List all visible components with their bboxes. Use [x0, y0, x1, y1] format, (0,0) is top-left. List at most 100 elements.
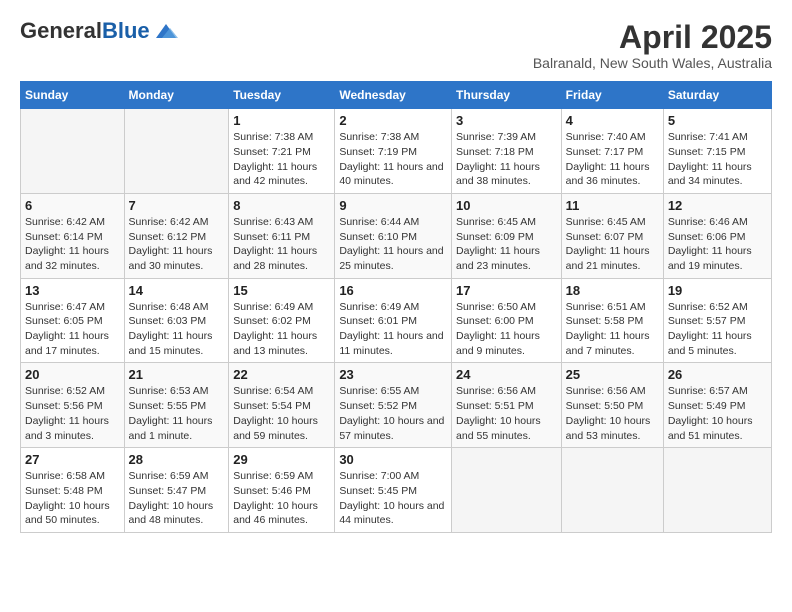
day-cell: 19Sunrise: 6:52 AMSunset: 5:57 PMDayligh… — [663, 278, 771, 363]
day-detail: Sunrise: 6:51 AMSunset: 5:58 PMDaylight:… — [566, 300, 659, 359]
day-detail: Sunrise: 6:50 AMSunset: 6:00 PMDaylight:… — [456, 300, 557, 359]
day-detail: Sunrise: 6:47 AMSunset: 6:05 PMDaylight:… — [25, 300, 120, 359]
day-cell: 25 Sunrise: 6:56 AMSunset: 5:50 PMDayligh… — [561, 363, 663, 448]
day-detail: Sunrise: 6:46 AMSunset: 6:06 PMDaylight:… — [668, 215, 767, 274]
day-detail: Sunrise: 6:52 AMSunset: 5:56 PMDaylight:… — [25, 384, 120, 443]
day-cell: 26Sunrise: 6:57 AMSunset: 5:49 PMDayligh… — [663, 363, 771, 448]
day-cell: 28 Sunrise: 6:59 AMSunset: 5:47 PMDayligh… — [124, 448, 229, 533]
day-number: 19 — [668, 283, 767, 298]
logo-icon — [152, 20, 180, 42]
day-number: 27 — [25, 452, 120, 467]
logo: GeneralBlue — [20, 20, 180, 42]
day-number: 26 — [668, 367, 767, 382]
day-detail: Sunrise: 7:38 AMSunset: 7:19 PMDaylight:… — [339, 130, 447, 189]
day-number: 22 — [233, 367, 330, 382]
day-cell: 29Sunrise: 6:59 AMSunset: 5:46 PMDayligh… — [229, 448, 335, 533]
day-number: 24 — [456, 367, 557, 382]
day-detail: Sunrise: 6:59 AMSunset: 5:47 PMDaylight:… — [129, 469, 225, 528]
day-number: 18 — [566, 283, 659, 298]
day-number: 4 — [566, 113, 659, 128]
day-cell: 8Sunrise: 6:43 AMSunset: 6:11 PMDaylight… — [229, 193, 335, 278]
week-row-1: 1Sunrise: 7:38 AMSunset: 7:21 PMDaylight… — [21, 109, 772, 194]
week-row-4: 20 Sunrise: 6:52 AMSunset: 5:56 PMDayligh… — [21, 363, 772, 448]
day-cell: 15 Sunrise: 6:49 AMSunset: 6:02 PMDayligh… — [229, 278, 335, 363]
day-number: 15 — [233, 283, 330, 298]
day-cell: 2Sunrise: 7:38 AMSunset: 7:19 PMDaylight… — [335, 109, 452, 194]
day-detail: Sunrise: 7:41 AMSunset: 7:15 PMDaylight:… — [668, 130, 767, 189]
header-day-monday: Monday — [124, 82, 229, 109]
day-cell — [561, 448, 663, 533]
header-day-friday: Friday — [561, 82, 663, 109]
day-number: 7 — [129, 198, 225, 213]
day-detail: Sunrise: 7:00 AMSunset: 5:45 PMDaylight:… — [339, 469, 447, 528]
day-detail: Sunrise: 6:54 AMSunset: 5:54 PMDaylight:… — [233, 384, 330, 443]
header-day-sunday: Sunday — [21, 82, 125, 109]
day-cell: 18 Sunrise: 6:51 AMSunset: 5:58 PMDayligh… — [561, 278, 663, 363]
day-number: 16 — [339, 283, 447, 298]
day-number: 12 — [668, 198, 767, 213]
day-detail: Sunrise: 6:56 AMSunset: 5:50 PMDaylight:… — [566, 384, 659, 443]
day-detail: Sunrise: 6:49 AMSunset: 6:02 PMDaylight:… — [233, 300, 330, 359]
day-cell: 20 Sunrise: 6:52 AMSunset: 5:56 PMDayligh… — [21, 363, 125, 448]
day-number: 25 — [566, 367, 659, 382]
day-cell: 11 Sunrise: 6:45 AMSunset: 6:07 PMDayligh… — [561, 193, 663, 278]
day-cell: 3Sunrise: 7:39 AMSunset: 7:18 PMDaylight… — [452, 109, 562, 194]
day-cell — [452, 448, 562, 533]
day-detail: Sunrise: 6:53 AMSunset: 5:55 PMDaylight:… — [129, 384, 225, 443]
day-cell: 16 Sunrise: 6:49 AMSunset: 6:01 PMDayligh… — [335, 278, 452, 363]
day-number: 23 — [339, 367, 447, 382]
calendar-table: SundayMondayTuesdayWednesdayThursdayFrid… — [20, 81, 772, 533]
day-cell: 9 Sunrise: 6:44 AMSunset: 6:10 PMDaylight… — [335, 193, 452, 278]
day-cell: 10 Sunrise: 6:45 AMSunset: 6:09 PMDayligh… — [452, 193, 562, 278]
day-detail: Sunrise: 6:48 AMSunset: 6:03 PMDaylight:… — [129, 300, 225, 359]
day-cell: 5 Sunrise: 7:41 AMSunset: 7:15 PMDaylight… — [663, 109, 771, 194]
month-title: April 2025 — [533, 20, 772, 55]
day-detail: Sunrise: 7:40 AMSunset: 7:17 PMDaylight:… — [566, 130, 659, 189]
page-header: GeneralBlue April 2025 Balranald, New So… — [20, 20, 772, 71]
day-number: 11 — [566, 198, 659, 213]
day-detail: Sunrise: 6:55 AMSunset: 5:52 PMDaylight:… — [339, 384, 447, 443]
day-cell: 24Sunrise: 6:56 AMSunset: 5:51 PMDayligh… — [452, 363, 562, 448]
day-number: 5 — [668, 113, 767, 128]
location: Balranald, New South Wales, Australia — [533, 55, 772, 71]
day-detail: Sunrise: 6:45 AMSunset: 6:07 PMDaylight:… — [566, 215, 659, 274]
week-row-5: 27 Sunrise: 6:58 AMSunset: 5:48 PMDayligh… — [21, 448, 772, 533]
day-detail: Sunrise: 6:49 AMSunset: 6:01 PMDaylight:… — [339, 300, 447, 359]
day-cell: 27 Sunrise: 6:58 AMSunset: 5:48 PMDayligh… — [21, 448, 125, 533]
day-detail: Sunrise: 6:44 AMSunset: 6:10 PMDaylight:… — [339, 215, 447, 274]
day-cell: 17 Sunrise: 6:50 AMSunset: 6:00 PMDayligh… — [452, 278, 562, 363]
week-row-3: 13 Sunrise: 6:47 AMSunset: 6:05 PMDayligh… — [21, 278, 772, 363]
day-cell — [21, 109, 125, 194]
day-cell: 22 Sunrise: 6:54 AMSunset: 5:54 PMDayligh… — [229, 363, 335, 448]
day-cell: 1Sunrise: 7:38 AMSunset: 7:21 PMDaylight… — [229, 109, 335, 194]
day-cell: 13 Sunrise: 6:47 AMSunset: 6:05 PMDayligh… — [21, 278, 125, 363]
day-cell: 4 Sunrise: 7:40 AMSunset: 7:17 PMDaylight… — [561, 109, 663, 194]
header-day-thursday: Thursday — [452, 82, 562, 109]
day-number: 9 — [339, 198, 447, 213]
header-day-tuesday: Tuesday — [229, 82, 335, 109]
day-detail: Sunrise: 6:59 AMSunset: 5:46 PMDaylight:… — [233, 469, 330, 528]
day-detail: Sunrise: 7:38 AMSunset: 7:21 PMDaylight:… — [233, 130, 330, 189]
logo-general: General — [20, 18, 102, 43]
day-number: 13 — [25, 283, 120, 298]
logo-blue: Blue — [102, 18, 150, 43]
day-number: 28 — [129, 452, 225, 467]
day-cell: 6Sunrise: 6:42 AMSunset: 6:14 PMDaylight… — [21, 193, 125, 278]
day-number: 17 — [456, 283, 557, 298]
week-row-2: 6Sunrise: 6:42 AMSunset: 6:14 PMDaylight… — [21, 193, 772, 278]
header-day-wednesday: Wednesday — [335, 82, 452, 109]
day-number: 10 — [456, 198, 557, 213]
day-detail: Sunrise: 6:58 AMSunset: 5:48 PMDaylight:… — [25, 469, 120, 528]
day-detail: Sunrise: 6:45 AMSunset: 6:09 PMDaylight:… — [456, 215, 557, 274]
day-detail: Sunrise: 6:42 AMSunset: 6:14 PMDaylight:… — [25, 215, 120, 274]
header-day-saturday: Saturday — [663, 82, 771, 109]
title-block: April 2025 Balranald, New South Wales, A… — [533, 20, 772, 71]
day-number: 8 — [233, 198, 330, 213]
day-number: 20 — [25, 367, 120, 382]
header-row: SundayMondayTuesdayWednesdayThursdayFrid… — [21, 82, 772, 109]
day-cell: 14 Sunrise: 6:48 AMSunset: 6:03 PMDayligh… — [124, 278, 229, 363]
day-cell — [663, 448, 771, 533]
day-detail: Sunrise: 6:42 AMSunset: 6:12 PMDaylight:… — [129, 215, 225, 274]
day-number: 14 — [129, 283, 225, 298]
day-number: 30 — [339, 452, 447, 467]
